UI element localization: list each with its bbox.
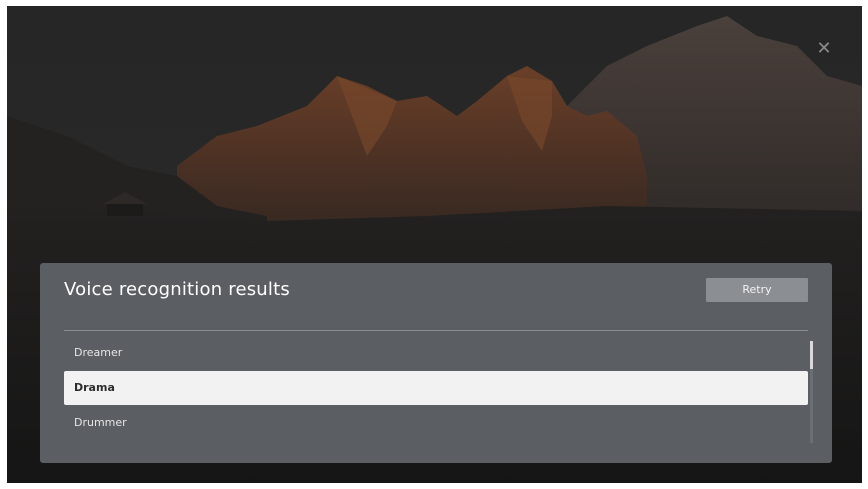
results-list: Dreamer Drama Drummer xyxy=(64,336,808,444)
tv-screen: ✕ Voice recognition results Retry Dreame… xyxy=(7,6,862,483)
panel-title: Voice recognition results xyxy=(64,279,290,300)
list-item[interactable]: Drummer xyxy=(64,406,808,440)
close-icon[interactable]: ✕ xyxy=(813,38,835,60)
voice-results-panel: Voice recognition results Retry Dreamer … xyxy=(40,263,832,463)
scrollbar[interactable] xyxy=(810,341,813,443)
retry-button[interactable]: Retry xyxy=(706,278,808,302)
scroll-thumb[interactable] xyxy=(810,341,813,369)
list-item-selected[interactable]: Drama xyxy=(64,371,808,405)
list-item[interactable]: Dreamer xyxy=(64,336,808,370)
divider xyxy=(64,330,808,331)
